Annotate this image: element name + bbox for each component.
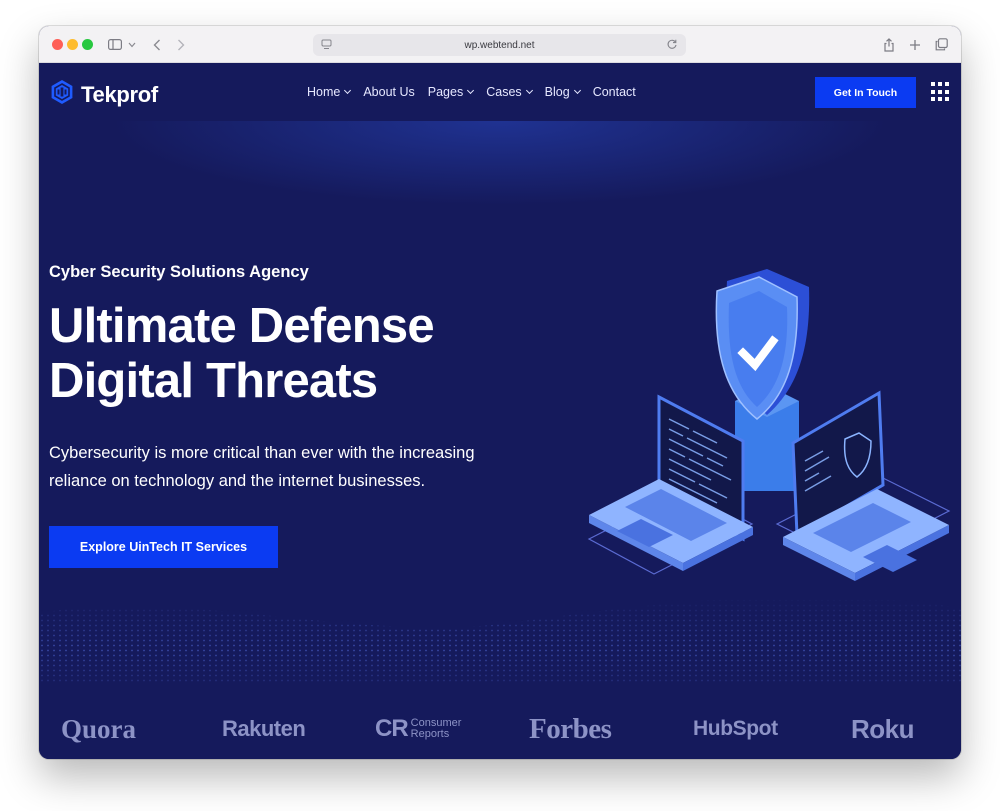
explore-services-button[interactable]: Explore UinTech IT Services: [49, 526, 278, 568]
chevron-down-icon[interactable]: [127, 26, 137, 63]
nav-item-label: Home: [307, 85, 341, 99]
get-in-touch-button[interactable]: Get In Touch: [815, 77, 916, 108]
shield-logo-icon: [49, 79, 75, 110]
brand-logo-forbes: Forbes: [529, 699, 612, 759]
header-glow: [39, 121, 961, 241]
main-menu: Home About Us Pages Cases Blog Contact: [307, 63, 636, 121]
brand-logo-quora: Quora: [61, 699, 136, 759]
hero-description: Cybersecurity is more critical than ever…: [49, 444, 475, 490]
minimize-window-button[interactable]: [67, 39, 78, 50]
hero-title-line-2: Digital Threats: [49, 354, 378, 408]
nav-item-label: Cases: [486, 85, 522, 99]
nav-item-label: Pages: [427, 85, 464, 99]
brand-forbes-text: Forbes: [529, 712, 612, 745]
site-logo[interactable]: Tekprof: [49, 79, 158, 110]
nav-item-label: Blog: [544, 85, 570, 99]
brand-quora-text: Quora: [61, 713, 137, 744]
nav-item-label: About Us: [363, 85, 415, 99]
plus-icon[interactable]: [907, 26, 923, 63]
nav-item-pages[interactable]: Pages: [427, 85, 475, 99]
page-settings-icon[interactable]: [321, 39, 332, 54]
hero-subtitle: Cyber Security Solutions Agency: [49, 263, 309, 281]
brand-rakuten-text: Rakuten: [222, 716, 306, 741]
website: Tekprof Home About Us Pages Cases Blog C…: [39, 63, 961, 759]
address-bar[interactable]: wp.webtend.net: [313, 34, 686, 56]
hero-title-line-1: Ultimate Defense: [49, 299, 435, 353]
nav-item-about-us[interactable]: About Us: [363, 85, 414, 99]
brand-logo-consumer-reports: CR Consumer Reports: [375, 699, 461, 759]
brand-logo-roku: Roku: [851, 699, 915, 759]
url-text: wp.webtend.net: [464, 39, 535, 51]
nav-item-cases[interactable]: Cases: [486, 85, 533, 99]
browser-window: wp.webtend.net Tekprof Home About Us Pag…: [39, 26, 961, 759]
grid-menu-icon[interactable]: [931, 82, 951, 102]
nav-item-home[interactable]: Home: [307, 85, 352, 99]
nav-item-label: Contact: [592, 85, 636, 99]
browser-toolbar: wp.webtend.net: [39, 26, 961, 63]
reload-icon[interactable]: [666, 38, 678, 53]
brand-logo-rakuten: Rakuten: [222, 699, 306, 759]
chevron-down-icon: [573, 86, 581, 95]
security-illustration: [587, 269, 951, 581]
chevron-right-icon[interactable]: [173, 26, 189, 63]
chevron-down-icon: [525, 86, 533, 95]
maximize-window-button[interactable]: [82, 39, 93, 50]
brand-cr-mark: CR: [375, 715, 409, 742]
chevron-down-icon: [344, 86, 352, 95]
brand-cr-wordmark: Consumer Reports: [411, 718, 462, 740]
sidebar-icon[interactable]: [107, 26, 123, 63]
nav-item-contact[interactable]: Contact: [593, 85, 636, 99]
brand-hubspot-text: HubSpot: [693, 717, 778, 740]
chevron-down-icon: [467, 86, 475, 95]
hero-title: Ultimate Defense Digital Threats: [49, 299, 569, 409]
brand-logos-row: Quora Rakuten CR Consumer Reports Forbes…: [39, 699, 961, 759]
tabs-icon[interactable]: [933, 26, 949, 63]
chevron-left-icon[interactable]: [149, 26, 165, 63]
brand-roku-text: Roku: [851, 713, 915, 744]
brand-logo-hubspot: HubSpot: [693, 699, 778, 759]
share-icon[interactable]: [881, 26, 897, 63]
logo-text: Tekprof: [81, 81, 158, 107]
nav-item-blog[interactable]: Blog: [544, 85, 581, 99]
close-window-button[interactable]: [52, 39, 63, 50]
site-header: Tekprof Home About Us Pages Cases Blog C…: [39, 63, 961, 121]
brand-cr-line-2: Reports: [410, 728, 450, 740]
